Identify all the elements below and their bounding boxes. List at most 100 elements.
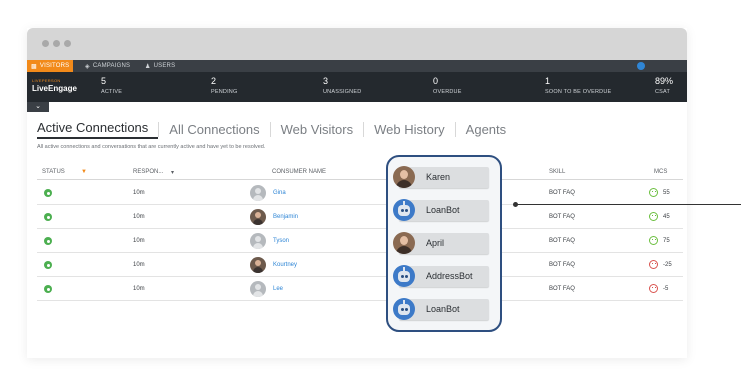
agent-name: LoanBot [426,205,460,215]
nav-visitors[interactable]: ▩ VISITORS [27,60,74,72]
consumer-name-link[interactable]: Kourtney [273,262,297,268]
avatar [250,209,266,225]
chat-icon: ▩ [31,63,37,70]
mcs-score: -25 [663,262,672,268]
tab-agents[interactable]: Agents [454,121,516,137]
stat-value: 3 [323,76,329,86]
avatar [250,233,266,249]
nav-campaigns[interactable]: ◈ CAMPAIGNS [85,60,130,72]
bot-icon [393,199,415,221]
filter-icon[interactable]: ▼ [81,169,87,175]
stat-value: 2 [211,76,217,86]
col-response[interactable]: RESPON... [133,169,163,175]
table-header: STATUS ▼ RESPON... ▾ CONSUMER NAME SKILL… [37,166,683,180]
agent-card[interactable]: AddressBot [393,265,489,287]
logo: LIVEPERSON LiveEngage [32,78,77,93]
agent-card[interactable]: LoanBot [393,199,489,221]
status-active-icon [44,261,52,269]
stat-soon-overdue[interactable]: 1 SOON TO BE OVERDUE [545,76,611,95]
globe-icon[interactable] [637,62,645,70]
nav-label: USERS [153,63,176,69]
smiley-icon [649,212,658,221]
response-time: 10m [133,214,145,220]
status-active-icon [44,237,52,245]
nav-users[interactable]: ♟ USERS [145,60,175,72]
stat-value: 1 [545,76,551,86]
mcs-score: 55 [663,190,670,196]
col-status[interactable]: STATUS [42,169,65,175]
user-icon: ♟ [145,63,151,70]
table-row[interactable]: 10m Benjamin BOT FAQ 45 [37,205,683,229]
tab-all-connections[interactable]: All Connections [158,121,269,137]
nav-label: CAMPAIGNS [92,63,131,69]
table-row[interactable]: 10m Gina BOT FAQ 55 [37,181,683,205]
skill: BOT FAQ [549,262,575,268]
avatar [250,257,266,273]
app-window: ▩ VISITORS ◈ CAMPAIGNS ♟ USERS LIVEPERSO… [27,28,687,358]
table-row[interactable]: 10m Tyson BOT FAQ 75 [37,229,683,253]
consumer-name-link[interactable]: Tyson [273,238,289,244]
stat-active[interactable]: 5 ACTIVE [101,76,122,95]
stat-label: SOON TO BE OVERDUE [545,89,612,95]
consumer-name-link[interactable]: Lee [273,286,283,292]
agent-name: Karen [426,172,451,182]
stat-value: 0 [433,76,439,86]
skill: BOT FAQ [549,238,575,244]
window-dot-icon [64,40,71,47]
skill: BOT FAQ [549,190,575,196]
nav-label: VISITORS [39,63,70,69]
avatar [250,185,266,201]
frown-icon [649,260,658,269]
agent-name: April [426,238,445,248]
window-dot-icon [42,40,49,47]
table-row[interactable]: 10m Kourtney BOT FAQ -25 [37,253,683,277]
agent-name: LoanBot [426,304,460,314]
response-time: 10m [133,190,145,196]
consumer-name-link[interactable]: Benjamin [273,214,298,220]
tab-active-connections[interactable]: Active Connections [37,120,159,139]
collapse-chevron-icon[interactable]: ⌄ [27,102,49,112]
top-nav: ▩ VISITORS ◈ CAMPAIGNS ♟ USERS [27,60,687,72]
tab-web-history[interactable]: Web History [363,121,455,137]
sort-chevron-icon[interactable]: ▾ [171,169,174,176]
connection-tabs: Active Connections All Connections Web V… [37,118,516,140]
tab-description: All active connections and conversations… [37,144,266,150]
skill: BOT FAQ [549,286,575,292]
table-row[interactable]: 10m Lee BOT FAQ -5 [37,277,683,301]
mcs-score: 75 [663,238,670,244]
stat-csat[interactable]: 89% CSAT [655,76,673,95]
stat-label: ACTIVE [101,89,123,95]
bot-icon [393,265,415,287]
stat-label: UNASSIGNED [323,89,362,95]
agent-avatar [393,232,415,254]
window-dot-icon [53,40,60,47]
stat-label: PENDING [211,89,238,95]
col-consumer-name[interactable]: CONSUMER NAME [272,169,326,175]
avatar [250,281,266,297]
agent-card[interactable]: Karen [393,166,489,188]
agent-name: AddressBot [426,271,473,281]
logo-main: LiveEngage [32,84,77,93]
stat-label: CSAT [655,89,671,95]
col-skill[interactable]: SKILL [549,169,565,175]
agent-card[interactable]: LoanBot [393,298,489,320]
agent-overlay-panel: Karen LoanBot April AddressBot LoanBot [386,155,502,332]
skill: BOT FAQ [549,214,575,220]
stat-unassigned[interactable]: 3 UNASSIGNED [323,76,361,95]
stat-label: OVERDUE [433,89,462,95]
agent-avatar [393,166,415,188]
response-time: 10m [133,262,145,268]
tab-web-visitors[interactable]: Web Visitors [269,121,364,137]
col-mcs[interactable]: MCS [654,169,667,175]
page: ▩ VISITORS ◈ CAMPAIGNS ♟ USERS LIVEPERSO… [0,0,750,377]
status-active-icon [44,285,52,293]
agent-card[interactable]: April [393,232,489,254]
smiley-icon [649,236,658,245]
tag-icon: ◈ [85,63,90,70]
stat-pending[interactable]: 2 PENDING [211,76,237,95]
consumer-name-link[interactable]: Gina [273,190,286,196]
logo-top: LIVEPERSON [32,78,61,83]
stat-overdue[interactable]: 0 OVERDUE [433,76,462,95]
mcs-score: 45 [663,214,670,220]
mcs-score: -5 [663,286,669,292]
